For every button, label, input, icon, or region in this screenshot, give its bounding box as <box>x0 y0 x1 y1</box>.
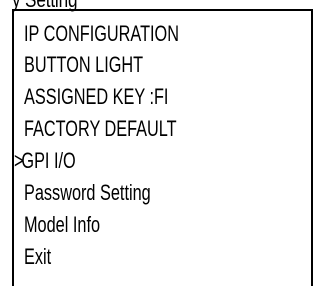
menu-item-label: ASSIGNED KEY :FI <box>24 84 169 109</box>
menu-item-factory-default[interactable]: FACTORY DEFAULT <box>24 114 177 144</box>
menu-item-label: Exit <box>24 244 52 269</box>
menu-item-gpi-io[interactable]: >GPI I/O <box>14 146 76 176</box>
menu-item-ip-configuration[interactable]: IP CONFIGURATION <box>24 19 179 49</box>
menu-item-label: FACTORY DEFAULT <box>24 116 177 141</box>
selection-cursor-icon: > <box>14 148 24 173</box>
menu-item-label: BUTTON LIGHT <box>24 52 144 77</box>
menu-item-exit[interactable]: Exit <box>24 242 51 272</box>
menu-item-model-info[interactable]: Model Info <box>24 210 100 240</box>
menu-item-assigned-key[interactable]: ASSIGNED KEY :FI <box>24 82 168 112</box>
menu-item-label: Password Setting <box>24 180 151 205</box>
menu-item-label: Model Info <box>24 212 101 237</box>
menu-item-label: GPI I/O <box>21 148 76 173</box>
menu-item-button-light[interactable]: BUTTON LIGHT <box>24 50 143 80</box>
menu-item-label: IP CONFIGURATION <box>24 21 179 46</box>
settings-menu-panel: IP CONFIGURATION BUTTON LIGHT ASSIGNED K… <box>12 9 313 286</box>
menu-item-password-setting[interactable]: Password Setting <box>24 178 151 208</box>
